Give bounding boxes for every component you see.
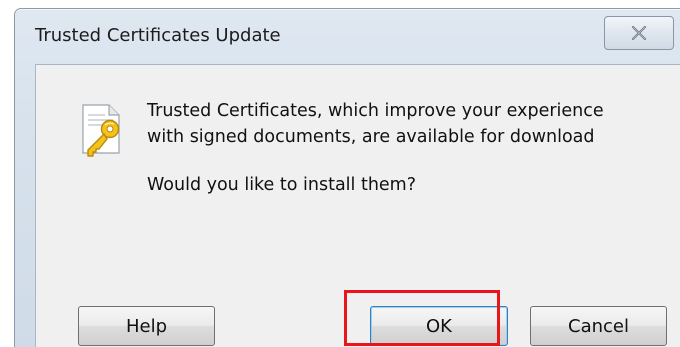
dialog-content: Trusted Certificates, which improve your… xyxy=(35,64,680,347)
message-text: Trusted Certificates, which improve your… xyxy=(147,98,604,150)
close-button[interactable] xyxy=(604,16,674,50)
message-line-1: Trusted Certificates, which improve your… xyxy=(147,101,604,121)
help-button[interactable]: Help xyxy=(78,306,215,346)
screen: Trusted Certificates Update Trusted Cert… xyxy=(0,0,680,347)
close-icon xyxy=(631,26,647,40)
dialog-window: Trusted Certificates Update Trusted Cert… xyxy=(14,8,680,347)
message-line-2: with signed documents, are available for… xyxy=(147,127,595,147)
dialog-title: Trusted Certificates Update xyxy=(35,25,281,46)
cancel-button[interactable]: Cancel xyxy=(530,306,667,346)
certificate-key-icon xyxy=(82,104,120,157)
install-question: Would you like to install them? xyxy=(147,175,417,195)
ok-button[interactable]: OK xyxy=(370,306,508,346)
